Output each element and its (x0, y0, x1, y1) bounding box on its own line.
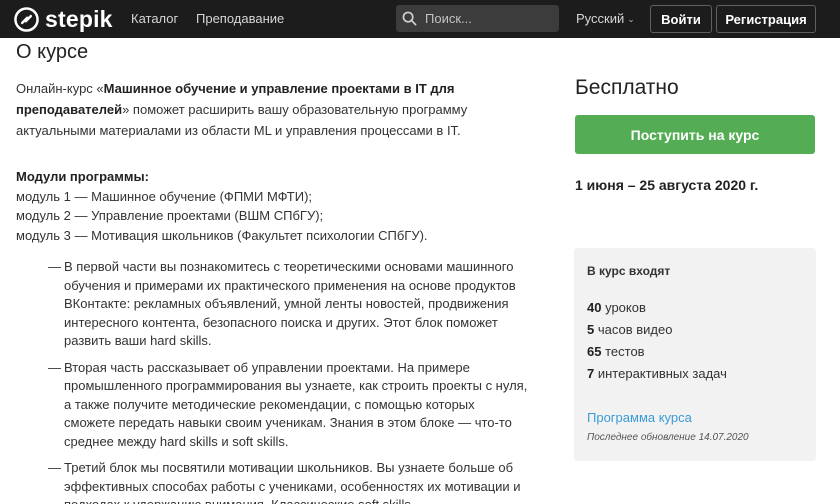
enroll-button[interactable]: Поступить на курс (575, 115, 815, 154)
language-selector[interactable]: Русский ⌄ (576, 11, 635, 27)
list-item: — Третий блок мы посвятили мотивации школ… (48, 459, 528, 504)
nav-teaching[interactable]: Преподавание (196, 11, 284, 27)
includes-item: 40 уроков (587, 300, 646, 316)
search-input[interactable] (425, 11, 555, 26)
module-item: модуль 3 — Мотивация школьников (Факульт… (16, 227, 428, 243)
top-navbar: stepik Каталог Преподавание Русский ⌄ Во… (0, 0, 840, 38)
includes-label: часов видео (597, 322, 673, 337)
course-includes-panel: В курс входят 40 уроков 5 часов видео 65… (574, 248, 816, 461)
login-button[interactable]: Войти (650, 5, 712, 33)
includes-count: 5 (587, 322, 595, 337)
includes-count: 7 (587, 366, 595, 381)
includes-label: уроков (605, 300, 646, 315)
includes-title: В курс входят (587, 264, 671, 278)
stepik-logo-icon (14, 6, 39, 32)
includes-count: 65 (587, 344, 602, 359)
course-dates: 1 июня – 25 августа 2020 г. (575, 177, 759, 193)
search-icon (402, 11, 417, 26)
modules-block: Модули программы: модуль 1 — Машинное об… (16, 167, 526, 245)
includes-item: 65 тестов (587, 344, 645, 360)
part-text: Вторая часть рассказывает об управлении … (64, 359, 528, 449)
language-label: Русский (576, 11, 625, 26)
register-button[interactable]: Регистрация (716, 5, 816, 33)
dash-bullet: — (48, 259, 61, 274)
list-item: — Вторая часть рассказывает об управлении… (48, 359, 528, 452)
page-title: О курсе (16, 41, 89, 63)
part-text: Третий блок мы посвятили мотивации школь… (64, 460, 521, 504)
module-item: модуль 2 — Управление проектами (ВШМ СПб… (16, 208, 324, 223)
includes-item: 5 часов видео (587, 322, 672, 338)
dash-bullet: — (48, 359, 61, 375)
intro-prefix: Онлайн-курс « (16, 81, 104, 96)
nav-catalog[interactable]: Каталог (131, 11, 178, 27)
modules-heading: Модули программы: (16, 169, 149, 184)
includes-label: интерактивных задач (597, 366, 727, 381)
course-intro: Онлайн-курс «Машинное обучение и управле… (16, 78, 526, 141)
part-text: В первой части вы познакомитесь с теорет… (64, 259, 516, 348)
price-label: Бесплатно (575, 76, 679, 99)
includes-label: тестов (605, 344, 645, 359)
dash-bullet: — (48, 460, 61, 475)
includes-item: 7 интерактивных задач (587, 366, 727, 382)
logo-text: stepik (45, 6, 113, 32)
module-item: модуль 1 — Машинное обучение (ФПМИ МФТИ)… (16, 188, 313, 204)
includes-count: 40 (587, 300, 602, 315)
last-updated: Последнее обновление 14.07.2020 (587, 432, 749, 443)
stepik-logo[interactable]: stepik (14, 6, 113, 32)
chevron-down-icon: ⌄ (627, 14, 635, 24)
search-box[interactable] (396, 5, 559, 32)
program-link[interactable]: Программа курса (587, 410, 692, 425)
list-item: — В первой части вы познакомитесь с теоре… (48, 258, 528, 351)
course-parts-list: — В первой части вы познакомитесь с теоре… (48, 258, 528, 504)
